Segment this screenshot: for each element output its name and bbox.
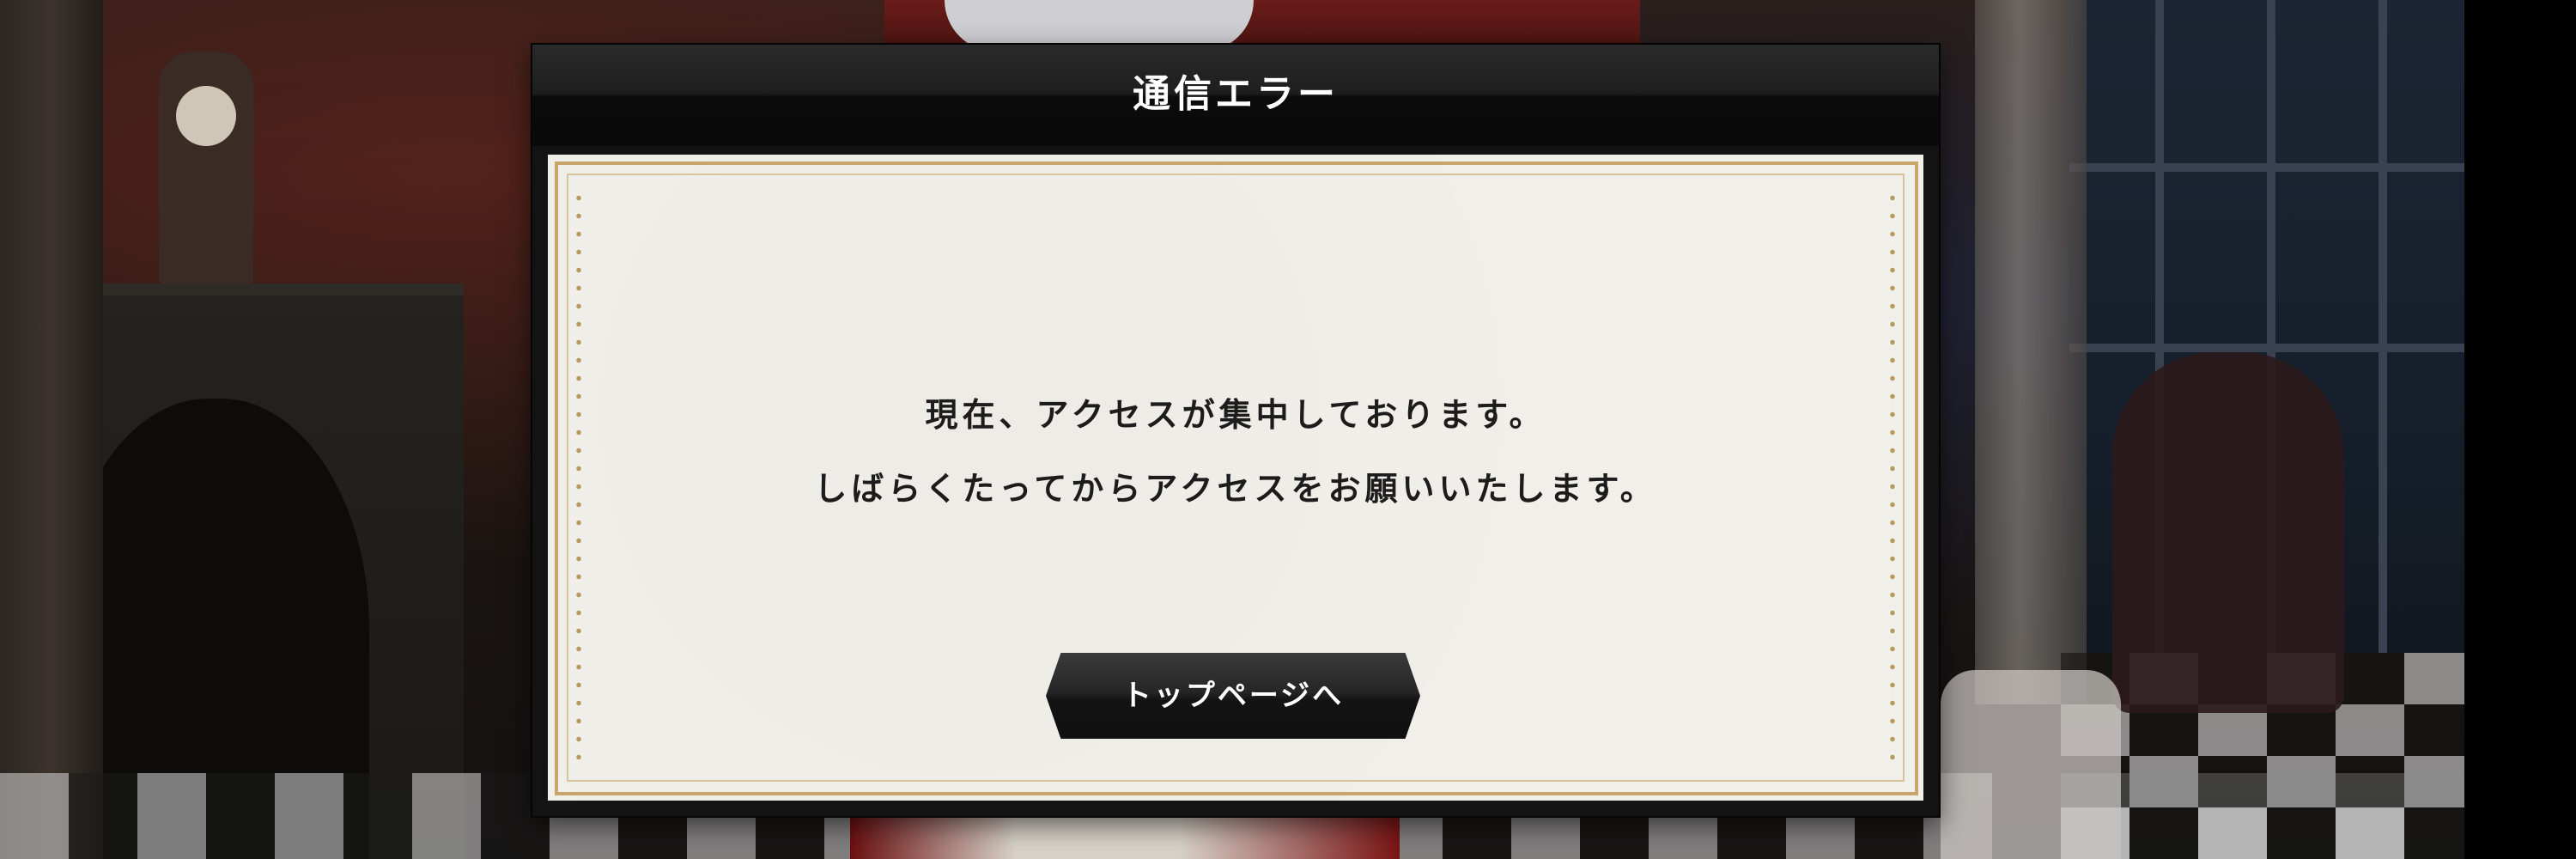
clock-face xyxy=(176,86,236,146)
background-curtain-left xyxy=(0,0,103,859)
background-chair xyxy=(2112,352,2344,713)
dialog-header: 通信エラー xyxy=(532,45,1939,146)
letterbox-bar xyxy=(2464,0,2576,859)
error-message-line-2: しばらくたってからアクセスをお願いいたします。 xyxy=(814,470,1657,508)
background-curtain xyxy=(1975,0,2087,704)
window-frame xyxy=(2069,344,2464,352)
window-frame xyxy=(2379,0,2387,653)
error-message-line-1: 現在、アクセスが集中しております。 xyxy=(925,396,1546,434)
game-screen: 通信エラー 現在、アクセスが集中しております。 しばらくたってからアクセスをお願… xyxy=(0,0,2576,859)
background-clock xyxy=(159,52,253,283)
character-head xyxy=(945,0,1254,52)
background-table xyxy=(1941,670,2121,859)
top-page-button-label: トップページへ xyxy=(1121,679,1345,713)
top-page-button[interactable]: トップページへ xyxy=(1046,653,1420,739)
dialog-title: 通信エラー xyxy=(1133,72,1339,116)
window-frame xyxy=(2069,163,2464,172)
